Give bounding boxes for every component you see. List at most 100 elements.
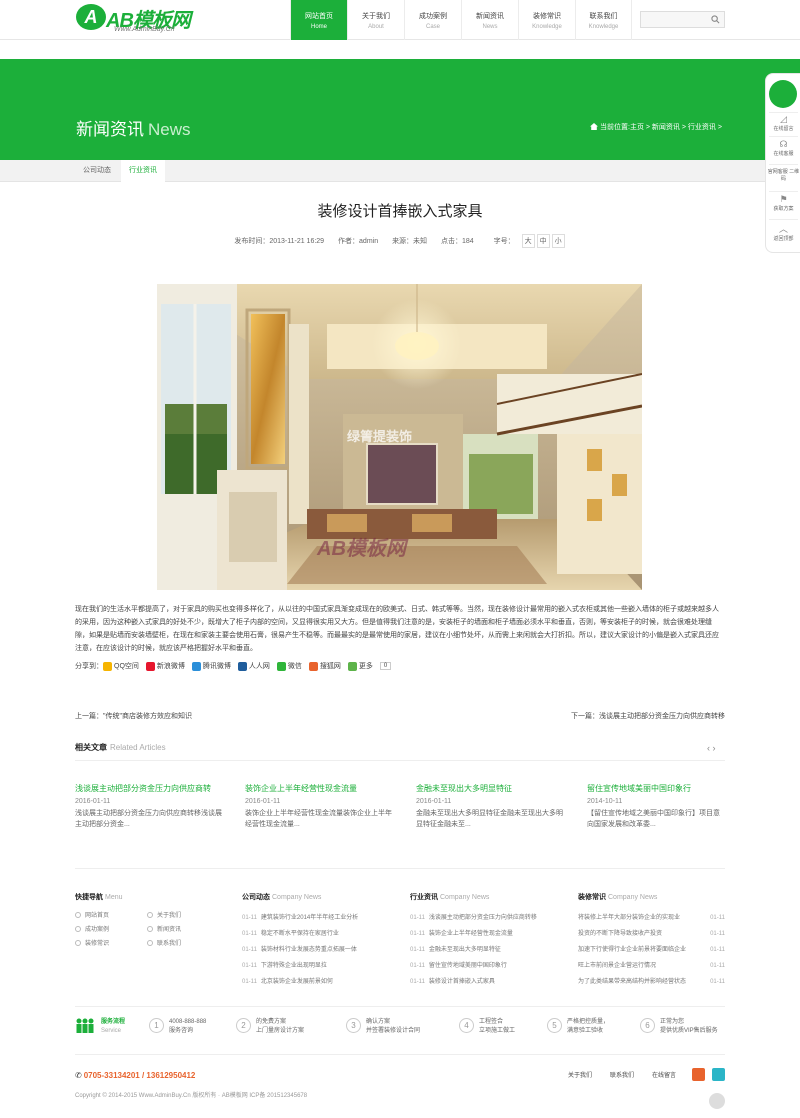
news-title: 留住宣传地域美丽中国印象行 <box>428 963 507 969</box>
share-more[interactable]: 更多 <box>347 661 373 671</box>
nav-news[interactable]: 新闻资讯 News <box>461 0 518 40</box>
side-label: 获取方案 <box>773 206 794 212</box>
article-body: 现在我们的生活水平都提高了，对于家具的购买也变得多样化了，从以往的中国式家具渐变… <box>75 606 719 652</box>
footer-about-link[interactable]: 关于我们 <box>568 1070 592 1079</box>
font-large-button[interactable]: 大 <box>521 234 535 248</box>
side-item-top[interactable]: ︿ 返回顶部 <box>766 222 800 242</box>
tab-industry-news[interactable]: 行业资讯 <box>121 160 165 182</box>
news-row[interactable]: 01-11 浅谈展主动把部分资金压力向供应商转移 <box>410 910 550 926</box>
edit-icon: ◿ <box>780 114 787 124</box>
search-icon[interactable] <box>711 15 720 24</box>
search-input[interactable] <box>641 16 711 31</box>
step-line-2: 立项施工做工 <box>479 1028 516 1034</box>
phone-number: 0705-33134201 / 13612950412 <box>83 1071 196 1080</box>
nav-home[interactable]: 网站首页 Home <box>290 0 347 40</box>
footer-link-news[interactable]: 新闻资讯 <box>147 924 219 933</box>
footer-divider <box>75 1006 725 1007</box>
site-logo[interactable]: A AB模板网 Www.AdminBuy.Cn <box>76 4 206 36</box>
footer-heading: 行业资讯 Company News <box>410 892 550 902</box>
related-item-title[interactable]: 浅谈展主动把部分资金压力向供应商转 <box>75 783 225 794</box>
news-row[interactable]: 投资的不断下降导致接收产投资 01-11 <box>578 926 725 942</box>
heading-en: Company News <box>440 894 490 901</box>
side-item-message[interactable]: ◿ 在线留言 <box>766 114 800 132</box>
back-to-top-icon[interactable] <box>709 1093 725 1109</box>
copyright: Copyright © 2014-2015 Www.AdminBuy.Cn 版权… <box>75 1093 308 1099</box>
footer-link-case[interactable]: 成功案例 <box>75 924 147 933</box>
news-row[interactable]: 01-11 装饰企业上半年经营性现金流量 <box>410 926 550 942</box>
news-title: 装修设计首捧嵌入式家具 <box>428 979 495 985</box>
news-row[interactable]: 为了此类结果带来高结构并影响经营状态 01-11 <box>578 974 725 990</box>
next-article-link[interactable]: 下一篇：浅谈展主动把部分资金压力向供应商转移 <box>540 711 725 721</box>
author: 作者：admin <box>338 238 379 245</box>
qq-icon[interactable] <box>712 1068 725 1081</box>
side-label: 官网客服 二维码 <box>767 169 800 182</box>
side-item-service[interactable]: ☊ 在线客服 <box>766 139 800 157</box>
link-text: 联系我们 <box>157 941 182 947</box>
click-count: 点击：184 <box>441 238 474 245</box>
heading-text: 行业资讯 <box>410 894 438 901</box>
banner-title-cn: 新闻资讯 <box>76 120 144 139</box>
share-renren[interactable]: 人人网 <box>237 661 270 671</box>
source: 来源：未知 <box>392 238 428 245</box>
related-item-title[interactable]: 装饰企业上半年经营性现金流量 <box>245 783 395 794</box>
sub-tabs: 公司动态 行业资讯 <box>0 160 800 182</box>
share-weibo[interactable]: 新浪微博 <box>145 661 185 671</box>
news-date: 01-11 <box>710 915 725 921</box>
nav-case[interactable]: 成功案例 Case <box>404 0 461 40</box>
divider <box>769 112 798 113</box>
nav-knowledge[interactable]: 装修常识 Knowledge <box>518 0 575 40</box>
footer-link-about[interactable]: 关于我们 <box>147 910 219 919</box>
related-heading: 相关文章 Related Articles <box>75 742 166 753</box>
footer-quicknav: 快捷导航 Menu 网站首页 关于我们 成功案例 新闻资讯 装修常识 联系我们 <box>75 892 219 947</box>
nav-sub: Knowledge <box>588 24 619 30</box>
related-item-date: 2016-01-11 <box>416 798 452 805</box>
footer-link-knowledge[interactable]: 装修常识 <box>75 938 147 947</box>
related-title: 相关文章 <box>75 743 107 752</box>
news-date: 01-11 <box>242 979 257 985</box>
news-row[interactable]: 01-11 下游特殊企业出现明显拉 <box>242 958 382 974</box>
footer-link-home[interactable]: 网站首页 <box>75 910 147 919</box>
news-row[interactable]: 01-11 金融未至现出大多明显特征 <box>410 942 550 958</box>
share-qzone[interactable]: QQ空间 <box>103 661 139 671</box>
news-row[interactable]: 01-11 留住宣传地域美丽中国印象行 <box>410 958 550 974</box>
share-wechat[interactable]: 微信 <box>276 661 302 671</box>
side-item-plan[interactable]: ⚑ 获取方案 <box>766 194 800 212</box>
footer-message-link[interactable]: 在线留言 <box>652 1070 676 1079</box>
news-row[interactable]: 01-11 北京装饰企业发展前景如何 <box>242 974 382 990</box>
share-tencent-weibo[interactable]: 腾讯微博 <box>191 661 231 671</box>
news-row[interactable]: 01-11 装饰材料行业发展态势重点拓展一体 <box>242 942 382 958</box>
service-step: 4 工程签合 立项施工做工 <box>459 1018 515 1042</box>
news-row[interactable]: 01-11 建筑装饰行业2014年半年经工业分析 <box>242 910 382 926</box>
related-item-title[interactable]: 留住宣传地域美丽中国印象行 <box>587 783 725 794</box>
circle-icon <box>147 926 153 932</box>
nav-about[interactable]: 关于我们 About <box>347 0 404 40</box>
article-title: 装修设计首捧嵌入式家具 <box>317 203 483 220</box>
step-label: 工程签合 立项施工做工 <box>479 1018 515 1036</box>
news-row[interactable]: 旺上市前间景企业营运行情况 01-11 <box>578 958 725 974</box>
tab-company-news[interactable]: 公司动态 <box>75 160 119 182</box>
prev-article-link[interactable]: 上一篇："传统"商店装修方效应和知识 <box>75 711 192 721</box>
footer-contact-link[interactable]: 联系我们 <box>610 1070 634 1079</box>
nav-sub: Case <box>425 24 440 30</box>
related-item-title[interactable]: 金融未至现出大多明显特征 <box>416 783 566 794</box>
hotline: ✆ 0705-33134201 / 13612950412 <box>75 1071 195 1080</box>
related-arrows[interactable]: ‹ › <box>707 743 716 753</box>
font-small-button[interactable]: 小 <box>551 234 565 248</box>
news-row[interactable]: 01-11 装修设计首捧嵌入式家具 <box>410 974 550 990</box>
weibo-icon[interactable] <box>692 1068 705 1081</box>
share-sohu[interactable]: 搜狐网 <box>308 661 341 671</box>
nav-sub: Knowledge <box>532 24 562 30</box>
nav-contact[interactable]: 联系我们 Knowledge <box>575 0 632 40</box>
news-row[interactable]: 01-11 稳定不断水平保持在家居行业 <box>242 926 382 942</box>
side-item-qrcode[interactable]: 官网客服 二维码 <box>766 168 800 182</box>
breadcrumb[interactable]: 当前位置:主页 > 新闻资讯 > 行业资讯 > <box>590 122 722 132</box>
phone-icon[interactable] <box>769 80 797 108</box>
news-row[interactable]: 加速下行使得行业企业前景将要面临企业 01-11 <box>578 942 725 958</box>
share-text: 微信 <box>287 663 302 670</box>
news-date: 01-11 <box>710 947 725 953</box>
font-medium-button[interactable]: 中 <box>536 234 550 248</box>
step-line-1: 确认方案 <box>366 1019 391 1025</box>
news-row[interactable]: 将装修上半年大部分装饰企业的实现业 01-11 <box>578 910 725 926</box>
footer-link-contact[interactable]: 联系我们 <box>147 938 219 947</box>
news-date: 01-11 <box>710 931 725 937</box>
